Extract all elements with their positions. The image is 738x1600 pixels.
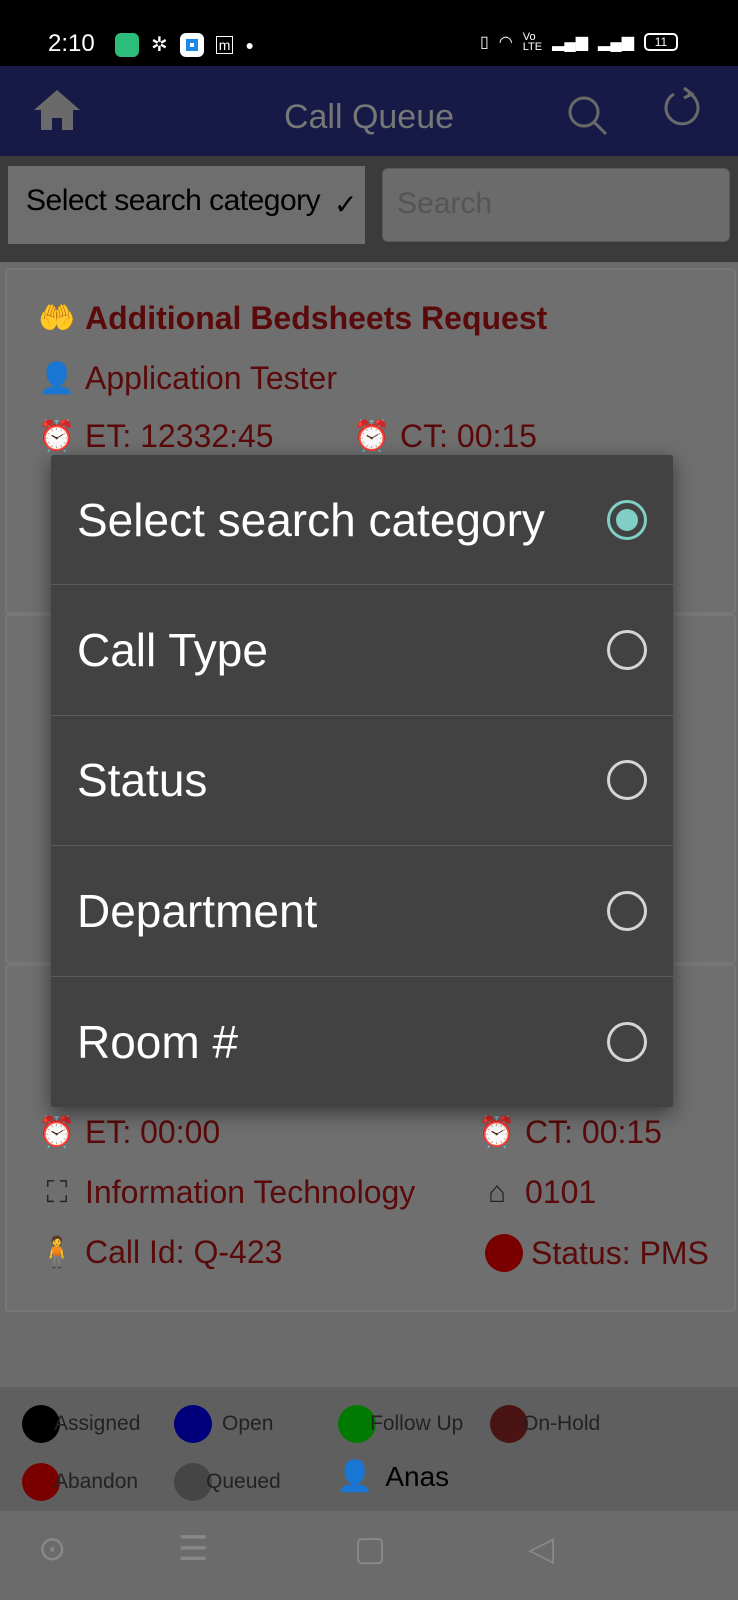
legend-dot-icon [174, 1405, 212, 1443]
app-icon: m [215, 35, 234, 54]
call-person-icon: 🧍 [38, 1236, 76, 1269]
option-label: Room # [77, 1015, 239, 1068]
alarm-clock-icon: ⏰ [38, 420, 76, 453]
alarm-clock-icon: ⏰ [478, 1116, 516, 1149]
battery-saver-icon [115, 32, 139, 57]
radio-icon[interactable] [607, 1021, 647, 1062]
legend-label: Abandon [54, 1470, 139, 1493]
radio-icon[interactable] [607, 760, 647, 801]
radio-selected-icon[interactable] [607, 499, 647, 540]
back-icon[interactable]: ◁ [528, 1529, 554, 1569]
radio-icon[interactable] [607, 630, 647, 671]
category-select[interactable]: Select search category ✓ [8, 166, 365, 244]
legend-label: Queued [206, 1470, 281, 1493]
room-number: 0101 [525, 1174, 597, 1210]
call-id: Call Id: Q-423 [85, 1234, 283, 1270]
room-row: ⌂ 0101 [477, 1174, 596, 1211]
option-room[interactable]: Room # [51, 977, 673, 1107]
ct-row: ⏰ CT: 00:15 [352, 418, 537, 455]
dot-icon: ● [245, 36, 254, 53]
option-label: Status [77, 754, 208, 807]
legend-assigned: Assigned [22, 1405, 140, 1443]
legend-on-hold: On-Hold [490, 1405, 600, 1443]
signal-icon: ▂▄▆ [598, 34, 634, 51]
app-icon [179, 32, 204, 57]
room-icon: ⌂ [487, 1175, 507, 1209]
user-icon: 👤 [336, 1460, 374, 1493]
radio-icon[interactable] [607, 890, 647, 931]
legend-open: Open [174, 1405, 273, 1443]
call-time: CT: 00:15 [400, 418, 537, 454]
legend-label: Open [222, 1412, 274, 1435]
home-square-icon[interactable]: ▢ [354, 1529, 386, 1569]
signal-icon: ▂▄▆ [552, 34, 589, 51]
chevron-down-icon: ✓ [334, 189, 357, 220]
page-title: Call Queue [283, 98, 455, 136]
alarm-clock-icon: ⏰ [38, 1116, 76, 1149]
volte-icon: Vo LTE [522, 31, 543, 53]
search-bar: Select search category ✓ Search [0, 156, 738, 262]
category-picker-dialog: Select search category Call Type Status … [51, 455, 673, 1107]
department-row: ⛶ Information Technology [37, 1174, 416, 1211]
user-name: Anas [385, 1460, 450, 1492]
elapsed-time: ET: 00:00 [85, 1114, 221, 1150]
department: Information Technology [85, 1174, 416, 1210]
alarm-clock-icon: ⏰ [353, 420, 391, 453]
system-icons: ▯ ◠ Vo LTE ▂▄▆ ▂▄▆ 11 [479, 31, 678, 53]
logged-in-user: 👤 Anas [336, 1459, 449, 1494]
call-type: Additional Bedsheets Request [85, 300, 548, 336]
et-row: ⏰ ET: 00:00 [37, 1114, 220, 1151]
search-placeholder: Search [397, 187, 493, 220]
option-call-type[interactable]: Call Type [51, 585, 673, 716]
call-status: Status: PMS [531, 1234, 709, 1271]
legend-abandon: Abandon [22, 1463, 138, 1501]
call-id-row: 🧍 Call Id: Q-423 [37, 1234, 282, 1271]
vibrate-icon: ▯ [479, 34, 489, 51]
user-row: 👤 Application Tester [37, 360, 337, 397]
category-select-value: Select search category [26, 184, 321, 217]
status-bar: 2:10 ✲ m ● ▯ ◠ Vo LTE ▂▄▆ ▂▄▆ 11 [0, 0, 738, 66]
legend-label: Assigned [54, 1412, 141, 1435]
option-label: Select search category [77, 493, 545, 546]
elapsed-time: ET: 12332:45 [85, 418, 274, 454]
legend-queued: Queued [174, 1463, 281, 1501]
option-status[interactable]: Status [51, 716, 673, 847]
menu-icon[interactable]: ☰ [178, 1529, 208, 1569]
user-icon: 👤 [38, 362, 76, 395]
service-icon: 🤲 [38, 302, 76, 335]
status-row: Status: PMS [485, 1234, 709, 1272]
search-icon[interactable] [566, 94, 610, 138]
call-time: CT: 00:15 [525, 1114, 662, 1150]
option-label: Department [77, 884, 318, 937]
et-row: ⏰ ET: 12332:45 [37, 418, 274, 455]
status-dot-icon [485, 1234, 523, 1272]
refresh-icon[interactable] [662, 86, 702, 130]
wifi-icon: ◠ [498, 34, 513, 51]
status-legend: Assigned Open Follow Up On-Hold Abandon … [0, 1387, 738, 1511]
legend-label: Follow Up [370, 1412, 464, 1435]
call-type-row: 🤲 Additional Bedsheets Request [37, 300, 547, 337]
legend-label: On-Hold [522, 1412, 601, 1435]
legend-follow-up: Follow Up [338, 1405, 463, 1443]
ct-row: ⏰ CT: 00:15 [477, 1114, 662, 1151]
org-chart-icon: ⛶ [46, 1175, 68, 1209]
option-select-search-category[interactable]: Select search category [51, 455, 673, 586]
app-icon: ✲ [151, 34, 168, 56]
option-department[interactable]: Department [51, 846, 673, 977]
search-input[interactable]: Search [382, 168, 730, 242]
user-name: Application Tester [85, 360, 337, 396]
option-label: Call Type [77, 624, 268, 677]
system-nav-bar: ⊙ ☰ ▢ ◁ [0, 1511, 738, 1600]
notification-icons: ✲ m ● [115, 32, 254, 57]
status-time: 2:10 [48, 30, 95, 57]
assistant-icon[interactable]: ⊙ [38, 1529, 67, 1569]
battery-icon: 11 [644, 33, 678, 51]
app-header: Call Queue [0, 66, 738, 156]
